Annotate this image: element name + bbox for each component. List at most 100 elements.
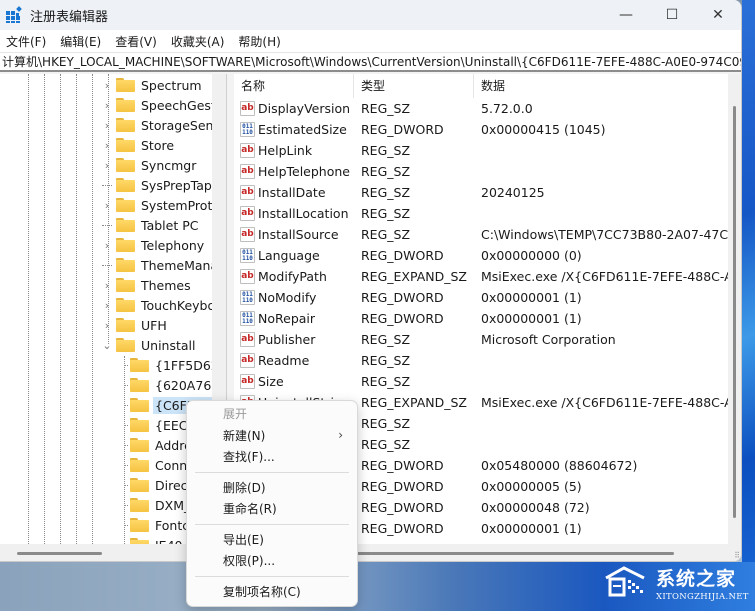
scrollbar-thumb[interactable] — [17, 552, 102, 555]
tree-item[interactable]: Addre — [124, 435, 194, 455]
maximize-icon: ☐ — [665, 7, 679, 23]
list-vertical-scrollbar[interactable] — [728, 74, 741, 544]
tree-item-label: Spectrum — [141, 77, 202, 93]
chevron-right-icon[interactable]: › — [102, 99, 112, 112]
context-menu-item[interactable]: 重命名(R) — [187, 498, 357, 520]
context-menu-item-label: 导出(E) — [223, 532, 264, 547]
tree-item[interactable]: › StorageSens — [102, 115, 212, 135]
value-row[interactable]: ab HelpLink REG_SZ — [234, 140, 728, 161]
menu-view[interactable]: 查看(V) — [113, 33, 165, 50]
folder-icon — [130, 498, 149, 512]
tree-item[interactable]: › UFH — [102, 315, 169, 335]
key-tree[interactable]: ›Spectrum›SpeechGestu›StorageSens›Store›… — [0, 74, 212, 544]
value-data: MsiExec.exe /X{C6FD611E-7EFE-488C-A0E0 — [481, 395, 728, 410]
context-menu-item: 展开 — [187, 403, 357, 425]
context-menu-item[interactable]: 删除(D) — [187, 477, 357, 499]
value-row[interactable]: ab InstallSource REG_SZ C:\Windows\TEMP\7CC… — [234, 224, 728, 245]
menu-help[interactable]: 帮助(H) — [236, 33, 288, 50]
folder-icon — [116, 258, 135, 272]
chevron-right-icon[interactable]: › — [102, 79, 112, 92]
tree-connector — [102, 184, 112, 186]
binary-value-icon: 011 110 — [240, 248, 255, 263]
folder-icon — [116, 138, 135, 152]
value-name: HelpTelephone — [258, 164, 350, 179]
folder-icon — [116, 218, 135, 232]
chevron-right-icon[interactable]: › — [102, 139, 112, 152]
scrollbar-thumb[interactable] — [733, 106, 736, 518]
address-path[interactable]: 计算机\HKEY_LOCAL_MACHINE\SOFTWARE\Microsof… — [2, 53, 741, 70]
tree-item[interactable]: › SystemProte — [102, 195, 212, 215]
chevron-right-icon[interactable]: › — [102, 319, 112, 332]
tree-item[interactable]: {620A7633 — [124, 375, 212, 395]
menu-favorites[interactable]: 收藏夹(A) — [169, 33, 233, 50]
chevron-right-icon[interactable]: › — [102, 199, 112, 212]
folder-icon — [116, 278, 135, 292]
binary-value-icon: 011 110 — [240, 122, 255, 137]
folder-icon — [130, 418, 149, 432]
tree-item[interactable]: IE40 — [124, 535, 185, 544]
chevron-right-icon[interactable]: › — [102, 119, 112, 132]
tree-connector — [124, 424, 128, 426]
tree-item[interactable]: › TouchKeyboa — [102, 295, 212, 315]
address-bar[interactable]: 计算机\HKEY_LOCAL_MACHINE\SOFTWARE\Microsof… — [0, 52, 741, 72]
value-row[interactable]: 011 110 NoRepair REG_DWORD 0x00000001 (1) — [234, 308, 728, 329]
folder-icon — [130, 358, 149, 372]
chevron-down-icon[interactable]: ⌄ — [102, 339, 112, 352]
menu-edit[interactable]: 编辑(E) — [58, 33, 109, 50]
tree-item[interactable]: DXM_ — [124, 495, 192, 515]
tree-item[interactable]: Direct — [124, 475, 194, 495]
title-bar[interactable]: 注册表编辑器 — ☐ ✕ — [0, 0, 741, 30]
chevron-right-icon[interactable]: › — [102, 159, 112, 172]
chevron-right-icon[interactable]: › — [102, 239, 112, 252]
tree-item[interactable]: › Telephony — [102, 235, 206, 255]
value-row[interactable]: ab ModifyPath REG_EXPAND_SZ MsiExec.exe /X{… — [234, 266, 728, 287]
tree-item-label: UFH — [141, 317, 167, 333]
close-button[interactable]: ✕ — [695, 0, 741, 30]
value-name-cell: ab HelpLink — [234, 143, 354, 158]
tree-item[interactable]: Fontc — [124, 515, 191, 535]
tree-item[interactable]: › Store — [102, 135, 176, 155]
value-row[interactable]: 011 110 Language REG_DWORD 0x00000000 (0) — [234, 245, 728, 266]
context-menu-item-label: 新建(N) — [223, 428, 266, 443]
value-row[interactable]: 011 110 EstimatedSize REG_DWORD 0x00000415 … — [234, 119, 728, 140]
value-row[interactable]: ab Publisher REG_SZ Microsoft Corporation — [234, 329, 728, 350]
context-menu-item[interactable]: 查找(F)... — [187, 446, 357, 468]
value-row[interactable]: ab Size REG_SZ — [234, 371, 728, 392]
tree-item[interactable]: Tablet PC — [102, 215, 200, 235]
string-value-icon: ab — [240, 374, 255, 389]
folder-icon — [130, 458, 149, 472]
chevron-right-icon[interactable]: › — [102, 279, 112, 292]
value-row[interactable]: ab DisplayVersion REG_SZ 5.72.0.0 — [234, 98, 728, 119]
value-row[interactable]: ab HelpTelephone REG_SZ — [234, 161, 728, 182]
context-menu-item[interactable]: 复制项名称(C) — [187, 581, 357, 603]
tree-item[interactable]: ThemeManag — [102, 255, 212, 275]
tree-item[interactable]: SysPrepTapi — [102, 175, 212, 195]
registry-editor-window: 注册表编辑器 — ☐ ✕ 文件(F) 编辑(E) 查看(V) 收藏夹(A) 帮助… — [0, 0, 742, 562]
minimize-button[interactable]: — — [603, 0, 649, 30]
context-menu-item[interactable]: 新建(N) › — [187, 425, 357, 447]
context-menu-item[interactable]: 权限(P)... — [187, 550, 357, 572]
tree-connector — [102, 264, 112, 266]
column-header-type[interactable]: 类型 — [354, 74, 474, 98]
maximize-button[interactable]: ☐ — [649, 0, 695, 30]
folder-icon — [116, 158, 135, 172]
context-menu-item[interactable]: 导出(E) — [187, 529, 357, 551]
column-header-name[interactable]: 名称 — [234, 74, 354, 98]
tree-item[interactable]: ⌄ Uninstall — [102, 335, 198, 355]
tree-item[interactable]: {1FF5D624 — [124, 355, 212, 375]
tree-item-label: Store — [141, 137, 175, 153]
value-type: REG_DWORD — [361, 311, 444, 326]
chevron-right-icon[interactable]: › — [102, 299, 112, 312]
value-row[interactable]: 011 110 NoModify REG_DWORD 0x00000001 (1) — [234, 287, 728, 308]
value-row[interactable]: ab InstallLocation REG_SZ — [234, 203, 728, 224]
menu-file[interactable]: 文件(F) — [4, 33, 54, 50]
column-header-data[interactable]: 数据 — [474, 74, 728, 98]
value-row[interactable]: ab Readme REG_SZ — [234, 350, 728, 371]
value-row[interactable]: ab InstallDate REG_SZ 20240125 — [234, 182, 728, 203]
value-name-cell: 011 110 Language — [234, 248, 354, 263]
tree-item[interactable]: › Spectrum — [102, 75, 204, 95]
tree-item[interactable]: › Syncmgr — [102, 155, 198, 175]
tree-item[interactable]: › Themes — [102, 275, 193, 295]
tree-item[interactable]: › SpeechGestu — [102, 95, 212, 115]
value-name-cell: 011 110 NoRepair — [234, 311, 354, 326]
